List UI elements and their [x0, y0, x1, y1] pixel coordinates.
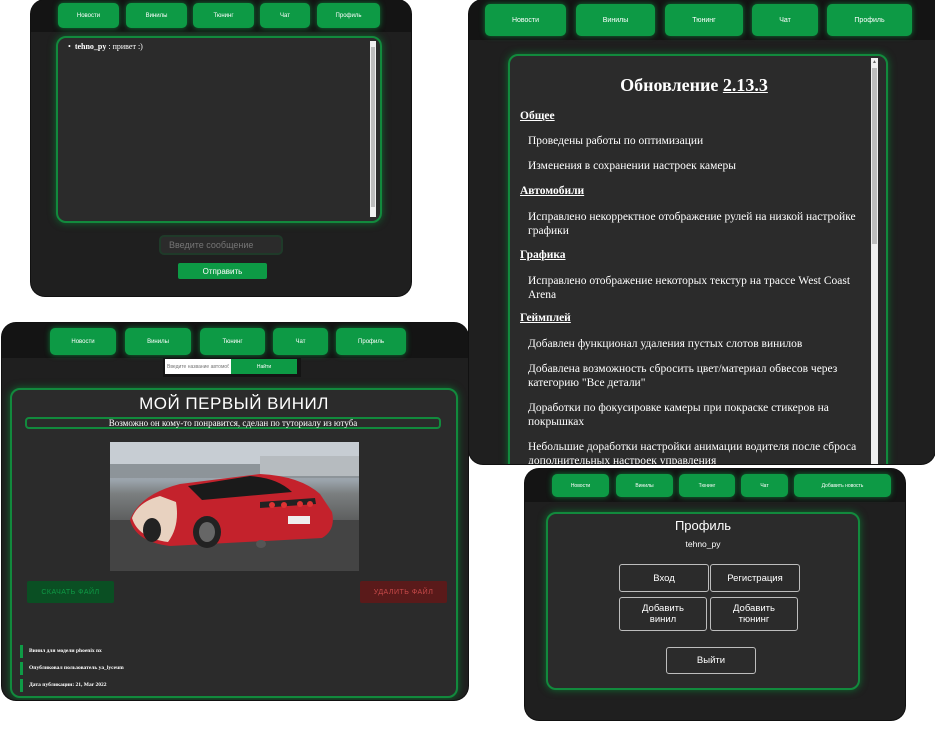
- update-scrollbar[interactable]: ▲: [871, 58, 878, 464]
- logout-button[interactable]: Выйти: [666, 647, 756, 674]
- update-item: Добавлен функционал удаления пустых слот…: [528, 338, 803, 350]
- vinyl-meta-model: Винил для модели phoenix nx: [20, 645, 320, 658]
- nav-news-button[interactable]: Новости: [552, 474, 609, 497]
- car-search-input[interactable]: [165, 359, 231, 374]
- chat-scrollbar[interactable]: [370, 41, 376, 217]
- register-button[interactable]: Регистрация: [710, 564, 800, 592]
- profile-username: tehno_py: [685, 539, 721, 549]
- update-title-text: Обновление: [620, 75, 723, 95]
- update-item: Исправлено некорректное отображение руле…: [528, 211, 856, 237]
- nav-chat-button[interactable]: Чат: [741, 474, 788, 497]
- chat-window: Новости Винилы Тюнинг Чат Профиль • tehno…: [31, 0, 411, 296]
- vinyl-window: Новости Винилы Тюнинг Чат Профиль Найти …: [2, 323, 468, 700]
- section-heading-gameplay: Геймплей: [520, 312, 571, 324]
- update-item: дополнительных настроек управления: [528, 455, 717, 464]
- profile-window: Новости Винилы Тюнинг Чат Добавить новос…: [525, 469, 905, 720]
- bullet: •: [68, 42, 71, 51]
- scroll-up-arrow[interactable]: ▲: [871, 58, 878, 66]
- nav-profile-button[interactable]: Профиль: [317, 3, 380, 28]
- update-item: Исправлено отображение некоторых текстур…: [528, 275, 851, 301]
- update-title: Обновление 2.13.3: [510, 75, 878, 96]
- vinyl-title: МОЙ ПЕРВЫЙ ВИНИЛ: [139, 394, 329, 413]
- profile-panel: Профиль tehno_py Вход Регистрация Добави…: [546, 512, 860, 690]
- search-button[interactable]: Найти: [231, 359, 297, 374]
- nav-vinyls-button[interactable]: Винилы: [576, 4, 655, 36]
- nav-vinyls-button[interactable]: Винилы: [126, 3, 187, 28]
- message-input[interactable]: [159, 235, 283, 255]
- chat-messages-panel: • tehno_py : привет :): [56, 36, 382, 223]
- section-heading-cars: Автомобили: [520, 185, 585, 197]
- scrollbar-thumb[interactable]: [872, 68, 877, 244]
- update-panel: Обновление 2.13.3 Общее Проведены работы…: [508, 54, 888, 464]
- scrollbar-thumb[interactable]: [371, 47, 375, 207]
- news-window: Новости Винилы Тюнинг Чат Профиль Обновл…: [469, 0, 935, 464]
- car-photo-illustration: [110, 442, 359, 571]
- nav-profile-button[interactable]: Профиль: [827, 4, 912, 36]
- add-vinyl-button[interactable]: Добавить винил: [619, 597, 707, 631]
- update-item: Небольшие доработки настройки анимации в…: [528, 441, 857, 453]
- nav-news-button[interactable]: Новости: [58, 3, 119, 28]
- vinyl-meta-date: Дата публикации: 21, Mar 2022: [20, 679, 320, 692]
- vinyl-image: [110, 442, 359, 571]
- nav-chat-button[interactable]: Чат: [260, 3, 310, 28]
- navbar: Новости Винилы Тюнинг Чат Профиль: [469, 0, 935, 40]
- section-heading-graphics: Графика: [520, 249, 566, 261]
- download-button[interactable]: СКАЧАТЬ ФАЙЛ: [27, 581, 114, 603]
- navbar: Новости Винилы Тюнинг Чат Добавить новос…: [525, 469, 905, 502]
- nav-vinyls-button[interactable]: Винилы: [616, 474, 673, 497]
- navbar: Новости Винилы Тюнинг Чат Профиль: [2, 323, 468, 358]
- update-version: 2.13.3: [722, 75, 768, 95]
- profile-title: Профиль: [674, 518, 732, 533]
- navbar: Новости Винилы Тюнинг Чат Профиль: [31, 0, 411, 32]
- chat-message: • tehno_py : привет :): [68, 42, 143, 51]
- chat-message-user: tehno_py: [74, 42, 107, 51]
- search-bar: Найти: [163, 358, 301, 377]
- update-item: Проведены работы по оптимизации: [528, 135, 704, 147]
- nav-chat-button[interactable]: Чат: [273, 328, 328, 355]
- update-item: Добавлена возможность сбросить цвет/мате…: [528, 363, 838, 389]
- nav-tuning-button[interactable]: Тюнинг: [193, 3, 254, 28]
- chat-message-text: : привет :): [106, 42, 143, 51]
- nav-news-button[interactable]: Новости: [50, 328, 116, 355]
- update-item: Изменения в сохранении настроек камеры: [528, 160, 736, 172]
- nav-chat-button[interactable]: Чат: [752, 4, 818, 36]
- nav-news-button[interactable]: Новости: [485, 4, 566, 36]
- nav-tuning-button[interactable]: Тюнинг: [200, 328, 265, 355]
- vinyl-meta: Винил для модели phoenix nx Опубликовал …: [20, 645, 320, 692]
- vinyl-description: Возможно он кому-то понравится, сделан п…: [25, 417, 441, 429]
- vinyl-panel: МОЙ ПЕРВЫЙ ВИНИЛ Возможно он кому-то пон…: [10, 388, 458, 698]
- nav-tuning-button[interactable]: Тюнинг: [665, 4, 743, 36]
- login-button[interactable]: Вход: [619, 564, 709, 592]
- section-heading-general: Общее: [520, 110, 555, 122]
- send-button[interactable]: Отправить: [178, 263, 267, 279]
- nav-tuning-button[interactable]: Тюнинг: [679, 474, 735, 497]
- vinyl-meta-author: Опубликовал пользователь ya_lyceum: [20, 662, 320, 675]
- delete-button[interactable]: УДАЛИТЬ ФАЙЛ: [360, 581, 447, 603]
- nav-vinyls-button[interactable]: Винилы: [125, 328, 191, 355]
- add-tuning-button[interactable]: Добавить тюнинг: [710, 597, 798, 631]
- update-item: Доработки по фокусировке камеры при покр…: [528, 402, 829, 428]
- nav-profile-button[interactable]: Профиль: [336, 328, 406, 355]
- nav-add-news-button[interactable]: Добавить новость: [794, 474, 891, 497]
